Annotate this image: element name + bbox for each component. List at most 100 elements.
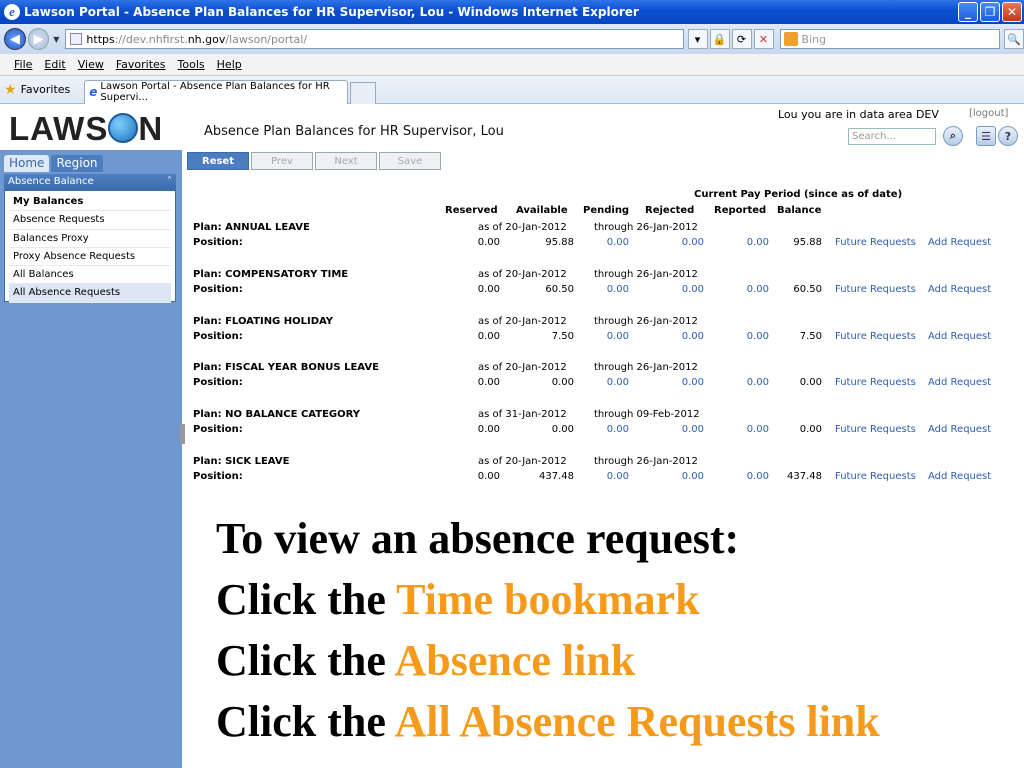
value-balance: 95.88 <box>793 237 822 248</box>
menu-view[interactable]: View <box>78 58 104 71</box>
action-toolbar: Reset Prev Next Save <box>187 152 441 170</box>
url-field[interactable]: https ://dev.nhfirst. nh.gov /lawson/por… <box>65 29 684 49</box>
help-icon[interactable]: ? <box>998 126 1018 146</box>
value-available: 0.00 <box>551 424 574 436</box>
plan-row: Plan: ANNUAL LEAVE Position: as of 20-Jan-… <box>186 222 1024 262</box>
as-of-date: as of 20-Jan-2012 <box>478 315 567 327</box>
through-date: through 26-Jan-2012 <box>594 456 698 467</box>
position-label: Position: <box>193 377 243 389</box>
browser-tab[interactable]: e Lawson Portal - Absence Plan Balances … <box>84 79 349 104</box>
tab-home[interactable]: Home <box>4 155 50 172</box>
value-reported: 0.00 <box>746 237 769 248</box>
add-request-link[interactable]: Add Request <box>928 331 991 342</box>
url-scheme: https <box>86 32 115 46</box>
forward-arrow-icon: ▶ <box>33 31 44 47</box>
sidebar-resize-handle[interactable] <box>180 424 185 444</box>
position-label: Position: <box>193 330 243 342</box>
add-request-link[interactable]: Add Request <box>928 471 991 482</box>
next-button[interactable]: Next <box>315 152 377 170</box>
plan-name: Plan: FLOATING HOLIDAY <box>193 315 334 327</box>
bookmarks-icon[interactable]: ☰ <box>976 126 996 146</box>
reset-button[interactable]: Reset <box>187 152 249 170</box>
plan-name: Plan: SICK LEAVE <box>193 456 290 467</box>
value-reported: 0.00 <box>746 283 769 295</box>
favorites-button[interactable]: ★ Favorites <box>4 82 70 98</box>
col-balance: Balance <box>777 205 822 216</box>
step-prefix: Click the <box>216 697 395 746</box>
maximize-button[interactable]: ❐ <box>980 2 1000 22</box>
forward-button[interactable]: ▶ <box>27 28 50 50</box>
add-request-link[interactable]: Add Request <box>928 424 991 435</box>
menu-file[interactable]: File <box>14 58 32 71</box>
refresh-icon[interactable]: ⟳ <box>731 29 752 49</box>
search-icon[interactable]: ⌕ <box>943 126 963 146</box>
future-requests-link[interactable]: Future Requests <box>835 377 916 388</box>
future-requests-link[interactable]: Future Requests <box>835 471 916 482</box>
col-reserved: Reserved <box>445 205 498 216</box>
through-date: through 09-Feb-2012 <box>594 409 700 421</box>
future-requests-link[interactable]: Future Requests <box>835 331 916 342</box>
new-tab-button[interactable] <box>350 81 377 104</box>
future-requests-link[interactable]: Future Requests <box>835 424 916 435</box>
ie-logo-icon: e <box>4 4 20 20</box>
sidebar-item-absence-requests[interactable]: Absence Requests <box>9 211 171 230</box>
plan-name: Plan: COMPENSATORY TIME <box>193 268 349 280</box>
value-rejected: 0.00 <box>681 283 704 295</box>
value-pending: 0.00 <box>606 424 629 436</box>
value-rejected: 0.00 <box>681 377 704 389</box>
add-request-link[interactable]: Add Request <box>928 237 991 248</box>
add-request-link[interactable]: Add Request <box>928 284 991 295</box>
step-highlight: All Absence Requests link <box>394 697 880 746</box>
history-dropdown-icon[interactable]: ▼ <box>53 35 59 44</box>
value-available: 437.48 <box>539 471 574 482</box>
logout-link[interactable]: [logout] <box>969 108 1008 119</box>
back-button[interactable]: ◀ <box>4 28 26 50</box>
lock-icon[interactable]: 🔒 <box>709 29 730 49</box>
plan-name: Plan: ANNUAL LEAVE <box>193 222 310 233</box>
instruction-text: To view an absence request: Click the Ti… <box>216 508 880 752</box>
url-dropdown-icon[interactable]: ▾ <box>687 29 708 49</box>
value-pending: 0.00 <box>606 377 629 389</box>
collapse-icon[interactable]: ˄ <box>167 174 172 190</box>
star-icon: ★ <box>4 81 17 98</box>
future-requests-link[interactable]: Future Requests <box>835 284 916 295</box>
minimize-button[interactable]: _ <box>958 2 978 22</box>
sidebar-item-proxy-absence-requests[interactable]: Proxy Absence Requests <box>9 248 171 267</box>
sidebar-item-my-balances[interactable]: My Balances <box>9 193 171 212</box>
browser-search-input[interactable]: Bing <box>779 29 1001 49</box>
plan-row: Plan: COMPENSATORY TIME Position: as of 20… <box>186 269 1024 309</box>
value-rejected: 0.00 <box>681 237 704 248</box>
globe-icon <box>108 113 139 143</box>
menu-favorites[interactable]: Favorites <box>116 58 166 71</box>
address-bar: ◀ ▶ ▼ https ://dev.nhfirst. nh.gov /laws… <box>0 24 1024 54</box>
window-title: Lawson Portal - Absence Plan Balances fo… <box>24 5 639 19</box>
save-button[interactable]: Save <box>379 152 441 170</box>
value-reported: 0.00 <box>746 377 769 389</box>
sidebar-item-balances-proxy[interactable]: Balances Proxy <box>9 230 171 248</box>
value-reported: 0.00 <box>746 330 769 342</box>
stop-icon[interactable]: ✕ <box>753 29 774 49</box>
step-prefix: Click the <box>216 575 397 624</box>
close-window-button[interactable]: ✕ <box>1002 2 1022 22</box>
url-host: nh.gov <box>187 32 226 46</box>
sidebar-item-all-absence-requests[interactable]: All Absence Requests <box>9 284 171 303</box>
menu-edit[interactable]: Edit <box>44 58 65 71</box>
tab-region[interactable]: Region <box>51 155 103 172</box>
value-reserved: 0.00 <box>477 330 500 342</box>
ie-tab-icon: e <box>89 85 98 99</box>
value-balance: 60.50 <box>793 283 822 295</box>
value-balance: 0.00 <box>799 377 822 389</box>
window-titlebar: e Lawson Portal - Absence Plan Balances … <box>0 0 1024 24</box>
sidebar-item-all-balances[interactable]: All Balances <box>9 266 171 285</box>
future-requests-link[interactable]: Future Requests <box>835 237 916 248</box>
menu-tools[interactable]: Tools <box>178 58 205 71</box>
value-reserved: 0.00 <box>477 283 500 295</box>
menu-help[interactable]: Help <box>217 58 242 71</box>
panel-title: Absence Balance <box>8 176 94 187</box>
value-rejected: 0.00 <box>681 330 704 342</box>
add-request-link[interactable]: Add Request <box>928 377 991 388</box>
col-rejected: Rejected <box>645 205 695 216</box>
portal-search-input[interactable]: Search... <box>848 128 936 145</box>
search-go-icon[interactable]: 🔍 <box>1004 29 1024 49</box>
prev-button[interactable]: Prev <box>251 152 313 170</box>
